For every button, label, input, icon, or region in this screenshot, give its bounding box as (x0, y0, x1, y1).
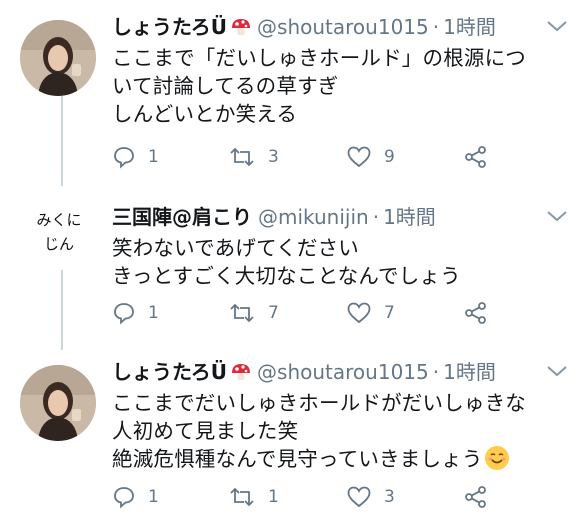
separator-dot: · (432, 360, 440, 384)
like-icon (346, 145, 372, 169)
tweet-text-line: いて討論してるの草すぎ (112, 74, 339, 98)
tweet-text-segment: 絶滅危惧種なんで見守っていきましょう (112, 447, 483, 471)
share-button[interactable] (464, 298, 488, 328)
tweet-header: 三国陣@肩こり @mikunijin · 1時間 (112, 202, 574, 232)
user-handle[interactable]: @shoutarou1015 (257, 15, 429, 39)
avatar[interactable] (20, 20, 96, 96)
retweet-button[interactable]: 1 (228, 482, 279, 512)
retweet-icon (228, 485, 256, 509)
tweet-text-line: きっとすごく大切なことなんでしょう (112, 264, 461, 288)
like-count: 9 (384, 147, 395, 167)
tweet-text-line: ここまでだいしゅきホールドがだいしゅきな (112, 391, 526, 415)
share-button[interactable] (464, 482, 488, 512)
tweet-header: しょうたろÜ @shoutarou1015 · 1時間 (112, 357, 574, 387)
retweet-button[interactable]: 7 (228, 298, 279, 328)
tweet-text-line: ここまで「だいしゅきホールド」の根源につ (112, 46, 526, 70)
display-name[interactable]: 三国陣@肩こり (112, 205, 252, 229)
tweet-text: ここまで「だいしゅきホールド」の根源につ いて討論してるの草すぎ しんどいとか笑… (112, 44, 568, 128)
retweet-count: 3 (268, 147, 279, 167)
mushroom-badge-icon (231, 360, 251, 390)
reply-icon (112, 485, 136, 509)
separator-dot: · (372, 205, 380, 229)
like-icon (346, 485, 372, 509)
retweet-count: 7 (268, 303, 279, 323)
tweet-text-line: 笑わないであげてください (112, 236, 359, 260)
tweet-text-line: 絶滅危惧種なんで見守っていきましょう (112, 445, 568, 473)
smiling-emoji-icon (484, 446, 509, 470)
user-handle[interactable]: @mikunijin (258, 205, 369, 229)
tweet-text: 笑わないであげてください きっとすごく大切なことなんでしょう (112, 234, 568, 290)
timestamp[interactable]: 1時間 (383, 205, 436, 229)
chevron-down-icon[interactable] (546, 363, 568, 377)
share-icon (464, 145, 488, 169)
reply-button[interactable]: 1 (112, 142, 159, 172)
chevron-down-icon[interactable] (546, 208, 568, 222)
display-name[interactable]: しょうたろÜ (112, 360, 227, 384)
reply-button[interactable]: 1 (112, 298, 159, 328)
avatar[interactable] (20, 365, 96, 441)
avatar[interactable]: みくに じん (22, 208, 96, 256)
reply-count: 1 (148, 303, 159, 323)
share-icon (464, 301, 488, 325)
tweet-1[interactable]: しょうたろÜ @shoutarou1015 · 1時間 ここまで「だいしゅきホールド… (0, 0, 584, 190)
tweet-text: ここまでだいしゅきホールドがだいしゅきな 人初めて見ました笑 絶滅危惧種なんで見… (112, 389, 568, 473)
chevron-down-icon[interactable] (546, 18, 568, 32)
reply-icon (112, 145, 136, 169)
retweet-icon (228, 145, 256, 169)
like-icon (346, 301, 372, 325)
tweet-text-line: しんどいとか笑える (112, 102, 298, 126)
display-name[interactable]: しょうたろÜ (112, 15, 227, 39)
reply-icon (112, 301, 136, 325)
avatar-text-line: じん (43, 235, 74, 253)
user-handle[interactable]: @shoutarou1015 (257, 360, 429, 384)
avatar-text-line: みくに (36, 211, 82, 229)
timestamp[interactable]: 1時間 (443, 360, 496, 384)
tweet-header: しょうたろÜ @shoutarou1015 · 1時間 (112, 12, 574, 42)
tweet-3[interactable]: しょうたろÜ @shoutarou1015 · 1時間 ここまでだいしゅきホールドが… (0, 345, 584, 525)
tweet-text-line: 人初めて見ました笑 (112, 419, 299, 443)
timestamp[interactable]: 1時間 (443, 15, 496, 39)
tweet-actions: 1 1 3 (112, 482, 572, 512)
share-button[interactable] (464, 142, 488, 172)
reply-count: 1 (148, 147, 159, 167)
tweet-actions: 1 7 7 (112, 298, 572, 328)
retweet-count: 1 (268, 487, 279, 507)
like-count: 3 (384, 487, 395, 507)
like-button[interactable]: 9 (346, 142, 395, 172)
separator-dot: · (432, 15, 440, 39)
like-button[interactable]: 7 (346, 298, 395, 328)
share-icon (464, 485, 488, 509)
like-count: 7 (384, 303, 395, 323)
retweet-icon (228, 301, 256, 325)
tweet-actions: 1 3 9 (112, 142, 572, 172)
reply-count: 1 (148, 487, 159, 507)
tweet-2[interactable]: みくに じん 三国陣@肩こり @mikunijin · 1時間 笑わないであげてくださ… (0, 190, 584, 350)
retweet-button[interactable]: 3 (228, 142, 279, 172)
reply-button[interactable]: 1 (112, 482, 159, 512)
like-button[interactable]: 3 (346, 482, 395, 512)
mushroom-badge-icon (231, 15, 251, 45)
